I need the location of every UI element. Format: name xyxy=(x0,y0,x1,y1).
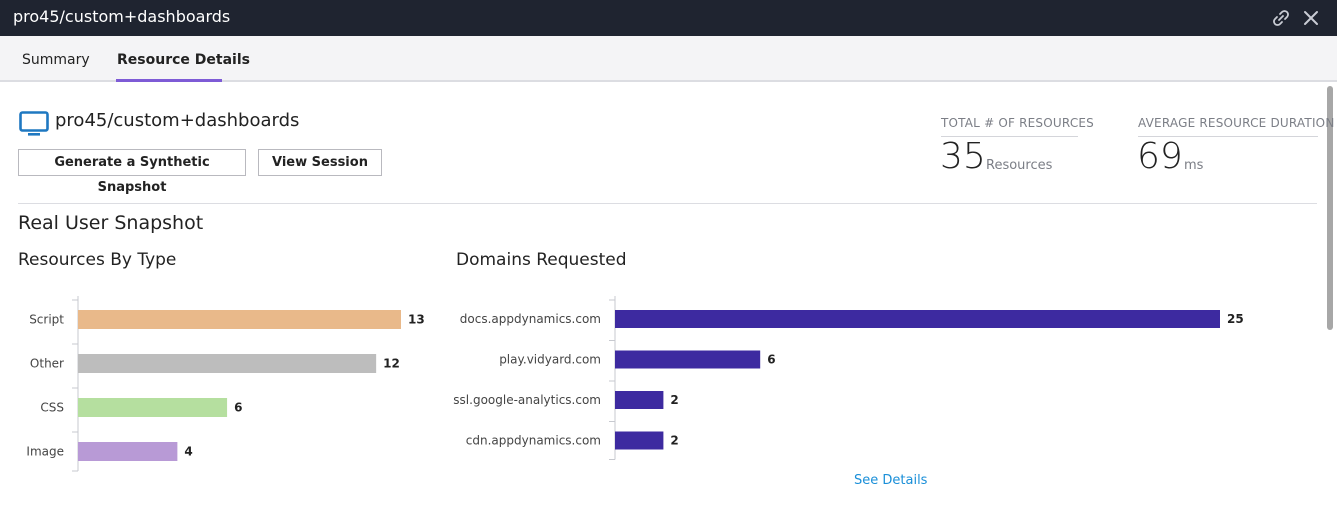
domain-bar xyxy=(615,391,664,409)
type-bar xyxy=(78,442,178,461)
tab-summary[interactable]: Summary xyxy=(22,52,90,68)
average-duration-value: 69 xyxy=(1137,136,1183,177)
domains-requested-chart: docs.appdynamics.com 25 play.vidyard.com 6 s… xyxy=(453,296,1244,460)
link-icon[interactable] xyxy=(1270,7,1292,29)
domain-category-label: docs.appdynamics.com xyxy=(460,312,601,326)
domain-bar xyxy=(615,310,1220,328)
domain-category-label: ssl.google-analytics.com xyxy=(453,393,601,407)
domains-requested-title: Domains Requested xyxy=(456,250,627,270)
generate-synthetic-snapshot-button[interactable]: Generate a Synthetic Snapshot xyxy=(18,149,246,195)
type-value-label: 13 xyxy=(408,313,425,327)
type-bar xyxy=(78,398,228,417)
type-value-label: 4 xyxy=(184,445,192,459)
average-duration-unit: ms xyxy=(1184,158,1204,173)
tab-bar: Summary Resource Details xyxy=(0,36,1337,82)
resources-by-type-title: Resources By Type xyxy=(18,250,177,270)
section-divider xyxy=(18,203,1317,204)
type-category-label: Image xyxy=(26,445,64,459)
total-resources-unit: Resources xyxy=(986,158,1053,173)
type-value-label: 12 xyxy=(383,357,400,371)
window-title: pro45/custom+dashboards xyxy=(13,7,231,26)
see-details-link[interactable]: See Details xyxy=(854,473,927,488)
domain-category-label: play.vidyard.com xyxy=(499,353,601,367)
domain-value-label: 6 xyxy=(767,353,775,367)
type-bar xyxy=(78,354,377,373)
view-session-button[interactable]: View Session xyxy=(258,149,382,176)
resources-by-type-chart: Script 13 Other 12 CSS 6 Image 4 xyxy=(26,296,425,472)
title-bar: pro45/custom+dashboards xyxy=(0,0,1337,36)
close-icon[interactable] xyxy=(1300,7,1322,29)
domain-value-label: 2 xyxy=(670,393,678,407)
domain-category-label: cdn.appdynamics.com xyxy=(466,434,601,448)
total-resources-label: TOTAL # OF RESOURCES xyxy=(941,116,1094,130)
domain-value-label: 25 xyxy=(1227,312,1244,326)
type-category-label: Other xyxy=(30,357,64,371)
type-category-label: Script xyxy=(29,313,64,327)
type-value-label: 6 xyxy=(234,401,242,415)
total-resources-value: 35 xyxy=(940,136,986,177)
domain-value-label: 2 xyxy=(670,434,678,448)
monitor-icon xyxy=(19,111,49,136)
domain-bar xyxy=(615,350,761,369)
type-category-label: CSS xyxy=(40,401,64,415)
tab-resource-details[interactable]: Resource Details xyxy=(117,52,250,68)
average-duration-label: AVERAGE RESOURCE DURATION xyxy=(1138,116,1335,130)
page-title: pro45/custom+dashboards xyxy=(55,110,300,131)
type-bar xyxy=(78,310,401,329)
section-title: Real User Snapshot xyxy=(18,212,204,234)
active-tab-indicator xyxy=(116,79,222,82)
domain-bar xyxy=(615,431,664,450)
